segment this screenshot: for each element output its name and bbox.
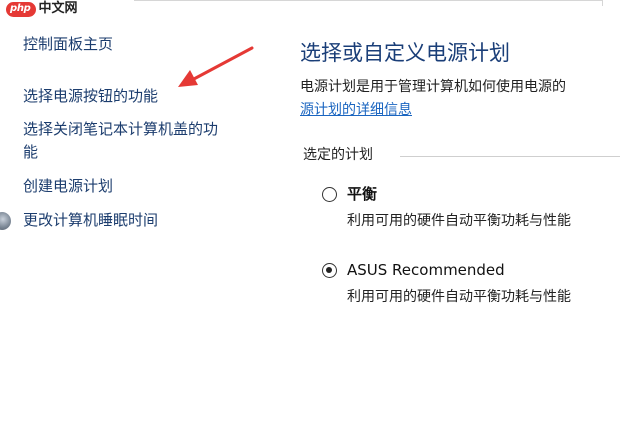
plan-asus-recommended-name[interactable]: ASUS Recommended — [347, 259, 505, 281]
watermark-text: 中文网 — [38, 1, 78, 16]
page-title: 选择或自定义电源计划 — [300, 41, 510, 65]
power-plan-details-link[interactable]: 源计划的详细信息 — [300, 99, 412, 121]
watermark-logo: php 中文网 — [6, 1, 78, 17]
annotation-arrow-icon — [178, 46, 254, 87]
plan-asus-recommended-description: 利用可用的硬件自动平衡功耗与性能 — [347, 289, 571, 305]
sidebar-item-control-panel-home[interactable]: 控制面板主页 — [23, 33, 113, 56]
sidebar-item-lid-close-line2: 能 — [23, 143, 39, 161]
shield-icon — [0, 212, 11, 230]
selected-plans-label: 选定的计划 — [303, 147, 373, 163]
sidebar-item-create-plan[interactable]: 创建电源计划 — [23, 175, 113, 198]
sidebar-item-lid-close[interactable]: 选择关闭笔记本计算机盖的功 能 — [23, 118, 258, 164]
plan-balanced-radio[interactable] — [322, 187, 337, 202]
plan-asus-recommended-radio[interactable] — [322, 263, 337, 278]
watermark-badge: php — [6, 1, 36, 17]
sidebar-item-power-button[interactable]: 选择电源按钮的功能 — [23, 85, 158, 108]
page-description: 电源计划是用于管理计算机如何使用电源的 — [300, 79, 566, 95]
group-divider — [400, 156, 620, 157]
sidebar-item-sleep-time[interactable]: 更改计算机睡眠时间 — [23, 209, 158, 232]
plan-balanced-description: 利用可用的硬件自动平衡功耗与性能 — [347, 213, 571, 229]
sidebar-item-lid-close-line1: 选择关闭笔记本计算机盖的功 — [23, 120, 219, 138]
main-content: 选择或自定义电源计划 电源计划是用于管理计算机如何使用电源的 源计划的详细信息 … — [300, 0, 620, 429]
plan-balanced-name[interactable]: 平衡 — [347, 183, 377, 205]
